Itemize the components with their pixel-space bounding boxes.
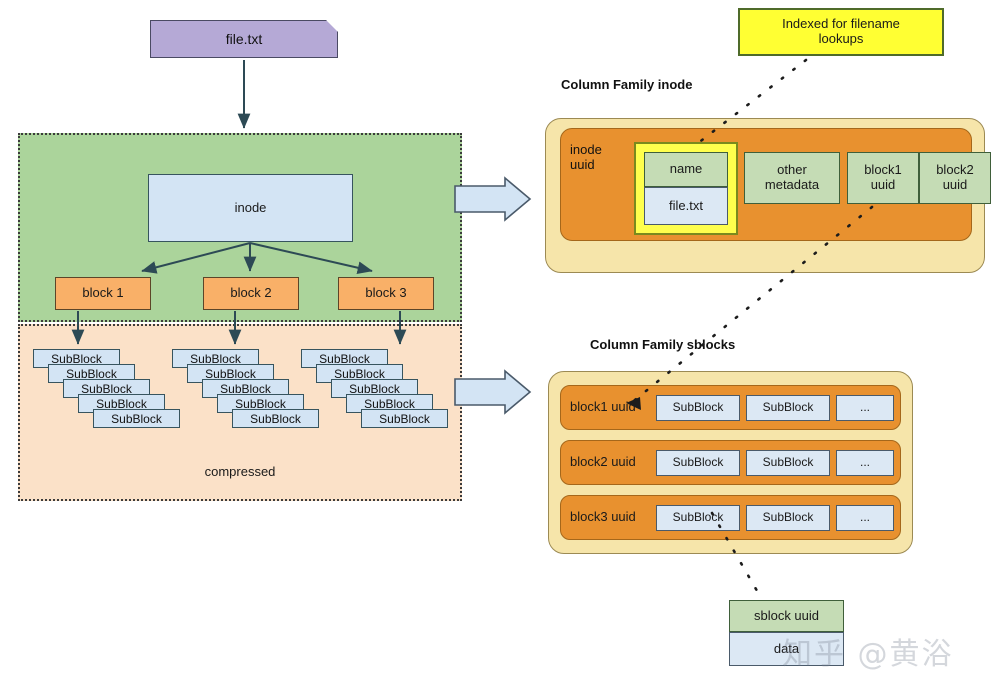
- source-file-node[interactable]: file.txt: [150, 20, 338, 58]
- watermark: 知乎 @黄浴: [782, 637, 954, 672]
- sblocks-row-3-cell-1[interactable]: SubBlock: [656, 504, 740, 531]
- block-node-2[interactable]: block 2: [203, 277, 299, 310]
- inode-node[interactable]: inode: [148, 174, 353, 242]
- callout-line-1: Indexed for filename: [782, 16, 900, 32]
- source-file-label: file.txt: [225, 31, 263, 47]
- compressed-caption: compressed: [204, 464, 276, 479]
- subblock-label: SubBlock: [111, 411, 162, 426]
- cell-block2-uuid-line-2: uuid: [942, 177, 968, 192]
- sblock-detail-header[interactable]: sblock uuid: [729, 600, 844, 632]
- sblocks-row-1-cell-3[interactable]: ...: [836, 394, 894, 421]
- cell-block2-uuid-line-1: block2: [936, 162, 974, 178]
- caption-column-family-inode: Column Family inode: [561, 77, 693, 92]
- block-label-3: block 3: [365, 285, 407, 301]
- cell-block2-uuid[interactable]: block2 uuid: [919, 152, 991, 204]
- inode-row-key-line-1: inode: [570, 142, 602, 157]
- sblocks-row-2-cell-2[interactable]: SubBlock: [746, 449, 830, 476]
- subblock-label: SubBlock: [250, 411, 301, 426]
- cell-other-metadata[interactable]: other metadata: [744, 152, 840, 204]
- block-node-3[interactable]: block 3: [338, 277, 434, 310]
- sblocks-row-1-cell-2[interactable]: SubBlock: [746, 394, 830, 421]
- callout-line-2: lookups: [818, 31, 864, 46]
- diagram-canvas: file.txt inode block 1 block 2 block 3 S…: [0, 0, 1000, 700]
- thrift-label-bottom: thrift: [481, 383, 507, 398]
- inode-row-key-line-2: uuid: [570, 156, 595, 172]
- cell-name-header[interactable]: name: [644, 152, 728, 187]
- sblocks-row-2-key: block2 uuid: [570, 454, 636, 470]
- cell-other-metadata-line-1: other: [777, 162, 807, 178]
- block-label-2: block 2: [230, 285, 272, 301]
- cell-block1-uuid[interactable]: block1 uuid: [847, 152, 919, 204]
- sblocks-row-2-cell-3[interactable]: ...: [836, 449, 894, 476]
- cell-other-metadata-line-2: metadata: [764, 177, 820, 192]
- sblocks-row-2-cell-1[interactable]: SubBlock: [656, 449, 740, 476]
- subblock-3-5[interactable]: SubBlock: [361, 409, 448, 428]
- cell-block1-uuid-line-2: uuid: [870, 177, 896, 192]
- sblocks-row-3-cell-3[interactable]: ...: [836, 504, 894, 531]
- thrift-label-top: thrift: [481, 190, 507, 205]
- subblock-1-5[interactable]: SubBlock: [93, 409, 180, 428]
- sblocks-row-3-cell-2[interactable]: SubBlock: [746, 504, 830, 531]
- callout-indexed-filename: Indexed for filename lookups: [738, 8, 944, 56]
- inode-label: inode: [234, 199, 267, 215]
- sblocks-row-1-key: block1 uuid: [570, 399, 636, 415]
- sblocks-row-1[interactable]: block1 uuid SubBlock SubBlock ...: [560, 385, 901, 430]
- subblock-label: SubBlock: [379, 411, 430, 426]
- cell-block1-uuid-line-1: block1: [864, 162, 902, 178]
- sblocks-row-1-cell-1[interactable]: SubBlock: [656, 394, 740, 421]
- cell-name-header-label: name: [669, 161, 703, 177]
- block-node-1[interactable]: block 1: [55, 277, 151, 310]
- sblocks-row-2[interactable]: block2 uuid SubBlock SubBlock ...: [560, 440, 901, 485]
- cell-name-value[interactable]: file.txt: [644, 187, 728, 225]
- sblocks-row-3-key: block3 uuid: [570, 509, 636, 525]
- sblock-detail-header-label: sblock uuid: [753, 607, 820, 623]
- caption-column-family-sblocks: Column Family sblocks: [590, 337, 736, 352]
- subblock-2-5[interactable]: SubBlock: [232, 409, 319, 428]
- block-label-1: block 1: [82, 285, 124, 301]
- cell-name-value-label: file.txt: [669, 197, 703, 213]
- sblocks-row-3[interactable]: block3 uuid SubBlock SubBlock ...: [560, 495, 901, 540]
- inode-row-key: inode uuid: [570, 142, 626, 173]
